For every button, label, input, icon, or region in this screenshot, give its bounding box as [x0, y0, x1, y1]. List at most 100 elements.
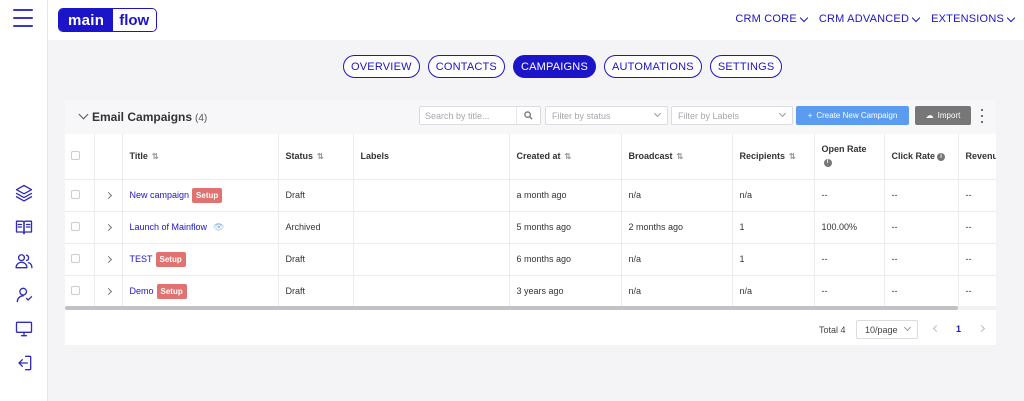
campaign-title-link[interactable]: Launch of Mainflow — [130, 222, 208, 232]
col-title[interactable]: Title ⇅ — [122, 134, 279, 180]
search-box — [419, 106, 541, 125]
left-sidebar — [0, 0, 48, 401]
open-rate-cell: -- — [814, 275, 885, 306]
nav-extensions[interactable]: EXTENSIONS — [931, 13, 1016, 25]
created-cell: 3 years ago — [509, 275, 622, 306]
hamburger-menu-icon[interactable] — [13, 9, 33, 27]
top-nav: CRM CORE CRM ADVANCED EXTENSIONS — [735, 13, 1016, 25]
import-button[interactable]: ☁ Import — [915, 106, 971, 125]
col-revenue: Revenue — [958, 134, 996, 180]
select-all-checkbox[interactable] — [71, 150, 80, 160]
row-checkbox[interactable] — [71, 285, 80, 295]
total-count: Total 4 — [819, 325, 846, 335]
table-row[interactable]: Launch of Mainflow 👁 Archived 5 months ag… — [65, 211, 996, 244]
more-options-icon[interactable] — [978, 109, 986, 123]
prev-page-icon[interactable] — [932, 324, 941, 333]
click-rate-cell: -- — [884, 243, 959, 276]
revenue-cell: -- — [958, 275, 996, 306]
labels-cell — [353, 275, 510, 306]
row-checkbox[interactable] — [71, 221, 80, 231]
nav-crm-advanced[interactable]: CRM ADVANCED — [819, 13, 921, 25]
row-checkbox[interactable] — [71, 253, 80, 263]
info-icon[interactable]: i — [823, 158, 832, 167]
tab-contacts[interactable]: CONTACTS — [427, 55, 505, 78]
next-page-icon[interactable] — [977, 324, 986, 333]
logo-main: main — [59, 9, 114, 31]
sidebar-item-logout[interactable] — [0, 346, 48, 380]
sort-icon: ⇅ — [564, 152, 572, 162]
horizontal-scrollbar[interactable] — [65, 306, 996, 310]
chevron-down-icon — [653, 109, 662, 118]
created-cell: 6 months ago — [509, 243, 622, 276]
user-icon — [16, 287, 33, 303]
created-cell: a month ago — [509, 179, 622, 212]
tab-settings[interactable]: SETTINGS — [709, 55, 783, 78]
logo-flow: flow — [113, 9, 157, 31]
search-button[interactable] — [516, 107, 540, 124]
col-broadcast[interactable]: Broadcast ⇅ — [621, 134, 733, 180]
col-status[interactable]: Status ⇅ — [278, 134, 354, 180]
table-row[interactable]: TEST Setup Draft 6 months ago n/a 1 -- --… — [65, 243, 996, 276]
chevron-down-icon — [778, 109, 787, 118]
eye-icon[interactable]: 👁 — [213, 222, 224, 233]
click-rate-cell: -- — [884, 179, 959, 212]
page-size-select[interactable]: 10/page — [856, 320, 918, 339]
chevron-down-icon — [903, 323, 912, 332]
col-recipients[interactable]: Recipients ⇅ — [732, 134, 815, 180]
tab-automations[interactable]: AUTOMATIONS — [603, 55, 702, 78]
table-row[interactable]: Demo Setup Draft 3 years ago n/a n/a -- -… — [65, 275, 996, 306]
card-header: Email Campaigns(4) Filter by status Filt… — [65, 100, 996, 134]
expand-row-icon[interactable] — [104, 191, 112, 200]
email-campaigns-card: Email Campaigns(4) Filter by status Filt… — [65, 100, 996, 345]
click-rate-cell: -- — [884, 211, 959, 244]
broadcast-cell: n/a — [621, 243, 733, 276]
scrollbar-thumb[interactable] — [65, 306, 958, 310]
click-rate-cell: -- — [884, 275, 959, 306]
layers-icon — [15, 184, 33, 202]
cloud-upload-icon: ☁ — [925, 111, 934, 120]
sort-icon: ⇅ — [789, 152, 796, 162]
collapse-chevron-icon[interactable] — [78, 109, 89, 120]
tab-campaigns[interactable]: CAMPAIGNS — [512, 55, 596, 78]
filter-labels-select[interactable]: Filter by Labels — [671, 106, 793, 125]
sidebar-item-user[interactable] — [0, 278, 48, 312]
mainflow-logo[interactable]: main flow — [58, 8, 158, 32]
col-click-rate: Click Rate i — [884, 134, 959, 180]
expand-row-icon[interactable] — [104, 223, 112, 232]
nav-crm-core[interactable]: CRM CORE — [735, 13, 809, 25]
open-rate-cell: -- — [814, 243, 885, 276]
create-campaign-button[interactable]: + Create New Campaign — [796, 106, 909, 125]
logout-icon — [18, 355, 32, 371]
info-icon[interactable]: i — [937, 152, 946, 161]
page-number-current[interactable]: 1 — [956, 324, 961, 334]
expand-row-icon[interactable] — [104, 287, 112, 296]
setup-badge[interactable]: Setup — [155, 251, 186, 267]
tab-overview[interactable]: OVERVIEW — [343, 55, 420, 78]
chevron-down-icon — [1006, 13, 1016, 22]
campaign-title-link[interactable]: Demo — [130, 285, 154, 295]
select-all-cell — [65, 134, 95, 180]
col-created-at[interactable]: Created at ⇅ — [509, 134, 622, 180]
revenue-cell: -- — [958, 211, 996, 244]
monitor-icon — [15, 321, 33, 337]
sidebar-item-layers[interactable] — [0, 176, 48, 210]
pagination: Total 4 10/page 1 — [65, 318, 996, 339]
table-row[interactable]: New campaign Setup Draft a month ago n/a … — [65, 179, 996, 212]
expand-row-icon[interactable] — [104, 255, 112, 264]
campaign-title-link[interactable]: TEST — [130, 253, 153, 263]
card-title: Email Campaigns (4) — [92, 110, 208, 124]
recipients-cell: n/a — [732, 275, 815, 306]
setup-badge[interactable]: Setup — [192, 187, 223, 203]
sidebar-item-monitor[interactable] — [0, 312, 48, 346]
setup-badge[interactable]: Setup — [156, 283, 187, 299]
row-checkbox[interactable] — [71, 189, 80, 199]
sidebar-item-users[interactable] — [0, 244, 48, 278]
top-header: main flow CRM CORE CRM ADVANCED EXTENSIO… — [48, 0, 1024, 40]
recipients-cell: 1 — [732, 243, 815, 276]
search-input[interactable] — [420, 107, 512, 124]
labels-cell — [353, 211, 510, 244]
table-header-row: Title ⇅ Status ⇅ Labels Created at ⇅ Broadc… — [65, 134, 996, 180]
campaign-title-link[interactable]: New campaign — [130, 189, 190, 199]
filter-status-select[interactable]: Filter by status — [545, 106, 668, 125]
sidebar-item-book[interactable] — [0, 210, 48, 244]
